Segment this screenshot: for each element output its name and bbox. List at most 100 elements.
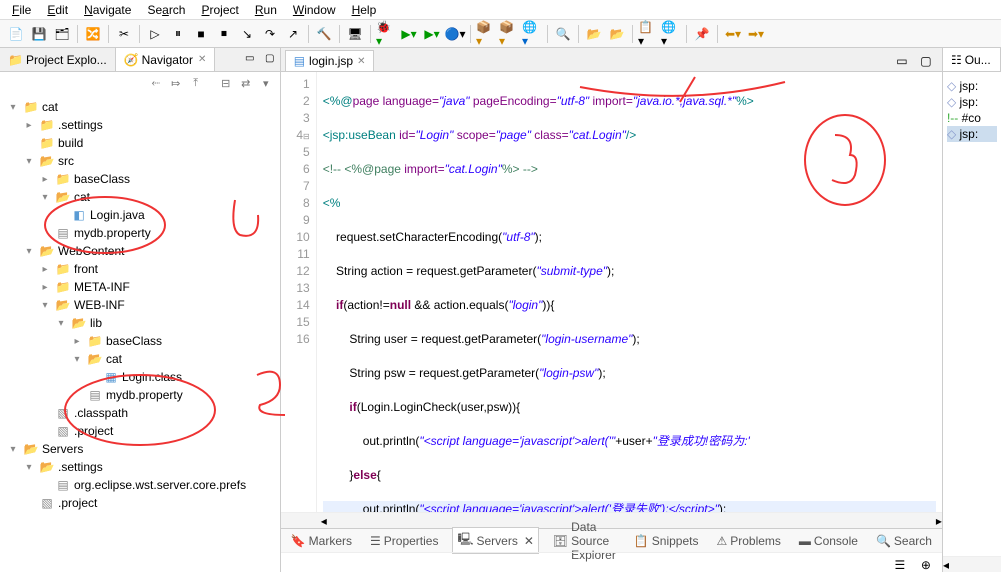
console-clear-icon[interactable]: ☰ xyxy=(890,555,910,575)
fwd-nav-icon[interactable]: ➡▾ xyxy=(746,24,766,44)
close-icon[interactable]: ✕ xyxy=(357,56,365,67)
up-icon[interactable]: ⤒ xyxy=(188,75,204,91)
open2-icon[interactable]: 📂 xyxy=(607,24,627,44)
tab-console[interactable]: ▬Console xyxy=(795,532,862,550)
link-icon[interactable]: ⇄ xyxy=(238,75,254,91)
tree-node[interactable]: ◧Login.java xyxy=(2,206,278,224)
new-pkg-icon[interactable]: 📦▾ xyxy=(476,24,496,44)
tab-servers[interactable]: 🖳Servers✕ xyxy=(452,527,538,554)
tree-twisty[interactable]: ▾ xyxy=(22,246,36,257)
tree-node[interactable]: ▾📂cat xyxy=(2,350,278,368)
outline-item[interactable]: ◇ jsp: xyxy=(947,94,997,110)
tree-twisty[interactable]: ▾ xyxy=(54,318,68,329)
min-icon[interactable]: ▭ xyxy=(240,48,260,68)
search-icon[interactable]: 🔍 xyxy=(553,24,573,44)
max-icon[interactable]: ▢ xyxy=(260,48,280,68)
menu-file[interactable]: FFileile xyxy=(6,1,37,19)
run-ext-icon[interactable]: ▶▾ xyxy=(422,24,442,44)
menu-run[interactable]: Run xyxy=(249,1,283,19)
open-icon[interactable]: 📂 xyxy=(584,24,604,44)
tree-node[interactable]: 📁build xyxy=(2,134,278,152)
code-content[interactable]: <%@page language="java" pageEncoding="ut… xyxy=(317,72,942,512)
switch-icon[interactable]: 🔀 xyxy=(83,24,103,44)
tree-twisty[interactable]: ▾ xyxy=(70,354,84,365)
tree-node[interactable]: ▧.project xyxy=(2,422,278,440)
coverage-icon[interactable]: 🔵▾ xyxy=(445,24,465,44)
outline-item[interactable]: !-- #co xyxy=(947,110,997,126)
run-icon[interactable]: ▶▾ xyxy=(399,24,419,44)
tree-node[interactable]: ▤org.eclipse.wst.server.core.prefs xyxy=(2,476,278,494)
menu-project[interactable]: Project xyxy=(195,1,244,19)
code-editor[interactable]: 1234⊟5678910111213141516 <%@page languag… xyxy=(281,72,942,512)
debug-disc-icon[interactable]: ⏹ xyxy=(214,24,234,44)
menu-navigate[interactable]: Navigate xyxy=(78,1,137,19)
step-return-icon[interactable]: ↗ xyxy=(283,24,303,44)
debug-pause-icon[interactable]: ⏸ xyxy=(168,24,188,44)
tab-login-jsp[interactable]: ▤ login.jsp ✕ xyxy=(285,50,375,71)
save-all-icon[interactable]: 🗂 xyxy=(52,24,72,44)
task-icon[interactable]: 📋▾ xyxy=(638,24,658,44)
new-icon[interactable]: 📄 xyxy=(6,24,26,44)
tab-properties[interactable]: ☰Properties xyxy=(366,532,442,550)
new-proj-icon[interactable]: 🌐▾ xyxy=(522,24,542,44)
tree-node[interactable]: ▾📂WebContent xyxy=(2,242,278,260)
tree-twisty[interactable]: ▾ xyxy=(6,444,20,455)
tree-node[interactable]: ▾📂cat xyxy=(2,188,278,206)
step-into-icon[interactable]: ↘ xyxy=(237,24,257,44)
tree-twisty[interactable]: ▾ xyxy=(22,462,36,473)
tree-node[interactable]: ▾📂WEB-INF xyxy=(2,296,278,314)
pin-icon[interactable]: 📌 xyxy=(692,24,712,44)
debug-stop-icon[interactable]: ■ xyxy=(191,24,211,44)
back-icon[interactable]: ⬸ xyxy=(148,75,164,91)
menu-window[interactable]: Window xyxy=(287,1,342,19)
tree-twisty[interactable]: ▾ xyxy=(22,156,36,167)
tab-problems[interactable]: ⚠Problems xyxy=(712,532,784,550)
tree-node[interactable]: ▾📁cat xyxy=(2,98,278,116)
tab-markers[interactable]: 🔖Markers xyxy=(287,532,356,550)
tree-node[interactable]: ▸📁META-INF xyxy=(2,278,278,296)
outline-tree[interactable]: ◇ jsp: ◇ jsp: !-- #co ◇ jsp: xyxy=(943,72,1001,148)
collapse-icon[interactable]: ⊟ xyxy=(218,75,234,91)
tab-search[interactable]: 🔍Search xyxy=(872,532,936,550)
outline-item[interactable]: ◇ jsp: xyxy=(947,78,997,94)
tree-twisty[interactable]: ▸ xyxy=(22,120,36,131)
min-icon[interactable]: ▭ xyxy=(892,51,912,71)
tree-node[interactable]: ▦Login.class xyxy=(2,368,278,386)
menu-help[interactable]: Help xyxy=(346,1,383,19)
debug-icon[interactable]: 🐞▾ xyxy=(376,24,396,44)
fwd-icon[interactable]: ⤇ xyxy=(168,75,184,91)
tree-node[interactable]: ▸📁front xyxy=(2,260,278,278)
tree-twisty[interactable]: ▸ xyxy=(38,174,52,185)
max-icon[interactable]: ▢ xyxy=(916,51,936,71)
tree-twisty[interactable]: ▾ xyxy=(6,102,20,113)
menu-bar[interactable]: FFileile Edit Navigate Search Project Ru… xyxy=(0,0,1001,20)
build-icon[interactable]: 🔨 xyxy=(314,24,334,44)
step-over-icon[interactable]: ↷ xyxy=(260,24,280,44)
cut-icon[interactable]: ✂ xyxy=(114,24,134,44)
tab-outline[interactable]: ☷ Ou... xyxy=(943,48,1001,71)
new-class-icon[interactable]: 📦▾ xyxy=(499,24,519,44)
tree-twisty[interactable]: ▸ xyxy=(38,264,52,275)
tab-project-explorer[interactable]: 📁 Project Explo... xyxy=(0,48,116,71)
console-pin-icon[interactable]: ⊕ xyxy=(916,555,936,575)
tree-twisty[interactable]: ▾ xyxy=(38,300,52,311)
tab-snippets[interactable]: 📋Snippets xyxy=(630,532,703,550)
task2-icon[interactable]: 🌐▾ xyxy=(661,24,681,44)
menu-edit[interactable]: Edit xyxy=(41,1,74,19)
tree-node[interactable]: ▤mydb.property xyxy=(2,224,278,242)
close-icon[interactable]: ✕ xyxy=(198,54,206,65)
debug-skip-icon[interactable]: ▷ xyxy=(145,24,165,44)
tree-node[interactable]: ▾📂.settings xyxy=(2,458,278,476)
tree-node[interactable]: ▤mydb.property xyxy=(2,386,278,404)
back-nav-icon[interactable]: ⬅▾ xyxy=(723,24,743,44)
tree-node[interactable]: ▾📂lib xyxy=(2,314,278,332)
outline-scroll[interactable]: ◂ xyxy=(943,556,1001,572)
close-icon[interactable]: ✕ xyxy=(524,534,534,548)
tree-node[interactable]: ▸📁baseClass xyxy=(2,332,278,350)
tree-node[interactable]: ▾📂src xyxy=(2,152,278,170)
tab-navigator[interactable]: 🧭 Navigator ✕ xyxy=(116,48,216,71)
tree-twisty[interactable]: ▾ xyxy=(38,192,52,203)
navigator-tree[interactable]: ▾📁cat▸📁.settings📁build▾📂src▸📁baseClass▾📂… xyxy=(0,94,280,572)
tree-node[interactable]: ▧.classpath xyxy=(2,404,278,422)
tree-node[interactable]: ▸📁.settings xyxy=(2,116,278,134)
